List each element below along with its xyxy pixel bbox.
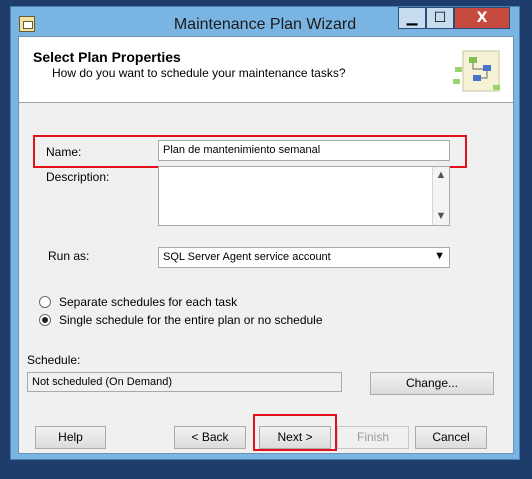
single-schedule-radio[interactable] <box>39 314 51 326</box>
back-button[interactable]: < Back <box>174 426 246 449</box>
wizard-flowchart-icon <box>453 50 500 92</box>
name-field[interactable]: Plan de mantenimiento semanal <box>158 140 450 161</box>
change-schedule-button[interactable]: Change... <box>370 372 494 395</box>
minimize-button[interactable]: ▁ <box>398 7 426 29</box>
runas-value: SQL Server Agent service account <box>163 251 331 263</box>
page-title: Select Plan Properties <box>33 49 181 65</box>
schedule-field: Not scheduled (On Demand) <box>27 372 342 392</box>
single-schedule-label[interactable]: Single schedule for the entire plan or n… <box>59 313 323 327</box>
wizard-window: Maintenance Plan Wizard ▁ ☐ X Select Pla… <box>10 6 520 460</box>
wizard-header: Select Plan Properties How do you want t… <box>19 37 513 103</box>
description-scrollbar[interactable]: ▲ ▼ <box>432 167 449 225</box>
page-subtitle: How do you want to schedule your mainten… <box>52 66 346 80</box>
next-button[interactable]: Next > <box>259 426 331 449</box>
wizard-body: Select Plan Properties How do you want t… <box>18 36 514 454</box>
schedule-label: Schedule: <box>27 353 81 367</box>
scroll-down-icon[interactable]: ▼ <box>433 208 449 225</box>
runas-label: Run as: <box>48 249 90 263</box>
maximize-button[interactable]: ☐ <box>426 7 454 29</box>
separate-schedules-radio[interactable] <box>39 296 51 308</box>
close-button[interactable]: X <box>454 7 510 29</box>
separate-schedules-label[interactable]: Separate schedules for each task <box>59 295 237 309</box>
chevron-down-icon: ▼ <box>434 250 445 262</box>
description-label: Description: <box>46 170 110 184</box>
cancel-button[interactable]: Cancel <box>415 426 487 449</box>
scroll-up-icon[interactable]: ▲ <box>433 167 449 184</box>
description-field[interactable]: ▲ ▼ <box>158 166 450 226</box>
help-button[interactable]: Help <box>35 426 106 449</box>
runas-select[interactable]: SQL Server Agent service account ▼ <box>158 247 450 268</box>
name-label: Name: <box>46 145 82 159</box>
finish-button: Finish <box>337 426 409 449</box>
